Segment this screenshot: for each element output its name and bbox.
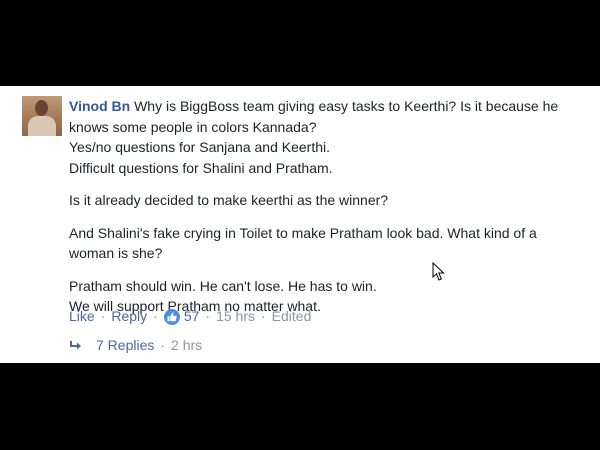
separator-dot: ·	[100, 308, 106, 324]
reply-link[interactable]: Reply	[111, 308, 147, 324]
reaction-count: 57	[183, 308, 200, 324]
thumbs-up-icon	[163, 309, 180, 325]
comment-line: Difficult questions for Shalini and Prat…	[69, 159, 333, 176]
view-replies-link[interactable]: 7 Replies · 2 hrs	[69, 337, 202, 353]
comment-line: Why is BiggBoss team giving easy tasks t…	[69, 98, 559, 135]
comment-timestamp[interactable]: 15 hrs	[216, 308, 255, 324]
separator-dot: ·	[261, 308, 266, 324]
author-name[interactable]: Vinod Bn	[69, 98, 130, 114]
avatar[interactable]	[22, 96, 62, 136]
comment-line: Pratham should win. He can't lose. He ha…	[69, 277, 377, 294]
separator-dot: ·	[153, 308, 158, 324]
mouse-pointer-icon	[432, 262, 445, 281]
avatar-body	[28, 116, 56, 136]
comment-paragraph-1: Vinod Bn Why is BiggBoss team giving eas…	[69, 96, 569, 178]
replies-timestamp: 2 hrs	[171, 337, 203, 353]
comment-panel: Vinod Bn Why is BiggBoss team giving eas…	[0, 86, 600, 363]
separator-dot: ·	[160, 337, 166, 353]
reply-arrow-icon	[70, 341, 81, 350]
separator-dot: ·	[205, 308, 211, 324]
comment-line: Is it already decided to make keerthi as…	[69, 192, 389, 208]
edited-label[interactable]: Edited	[272, 308, 312, 324]
comment-actions: Like · Reply · 57 · 15 hrs · Edited	[69, 308, 312, 325]
comment-body: Vinod Bn Why is BiggBoss team giving eas…	[69, 96, 569, 317]
like-link[interactable]: Like	[69, 308, 95, 324]
comment-line: Yes/no questions for Sanjana and Keerthi…	[69, 139, 331, 155]
comment-paragraph-3: And Shalini's fake crying in Toilet to m…	[69, 223, 569, 264]
replies-count[interactable]: 7 Replies	[96, 337, 154, 353]
avatar-head	[35, 100, 48, 116]
reaction-summary[interactable]: 57	[163, 308, 200, 325]
comment-line: And Shalini's fake crying in Toilet to m…	[69, 224, 537, 262]
comment-paragraph-2: Is it already decided to make keerthi as…	[69, 190, 569, 211]
